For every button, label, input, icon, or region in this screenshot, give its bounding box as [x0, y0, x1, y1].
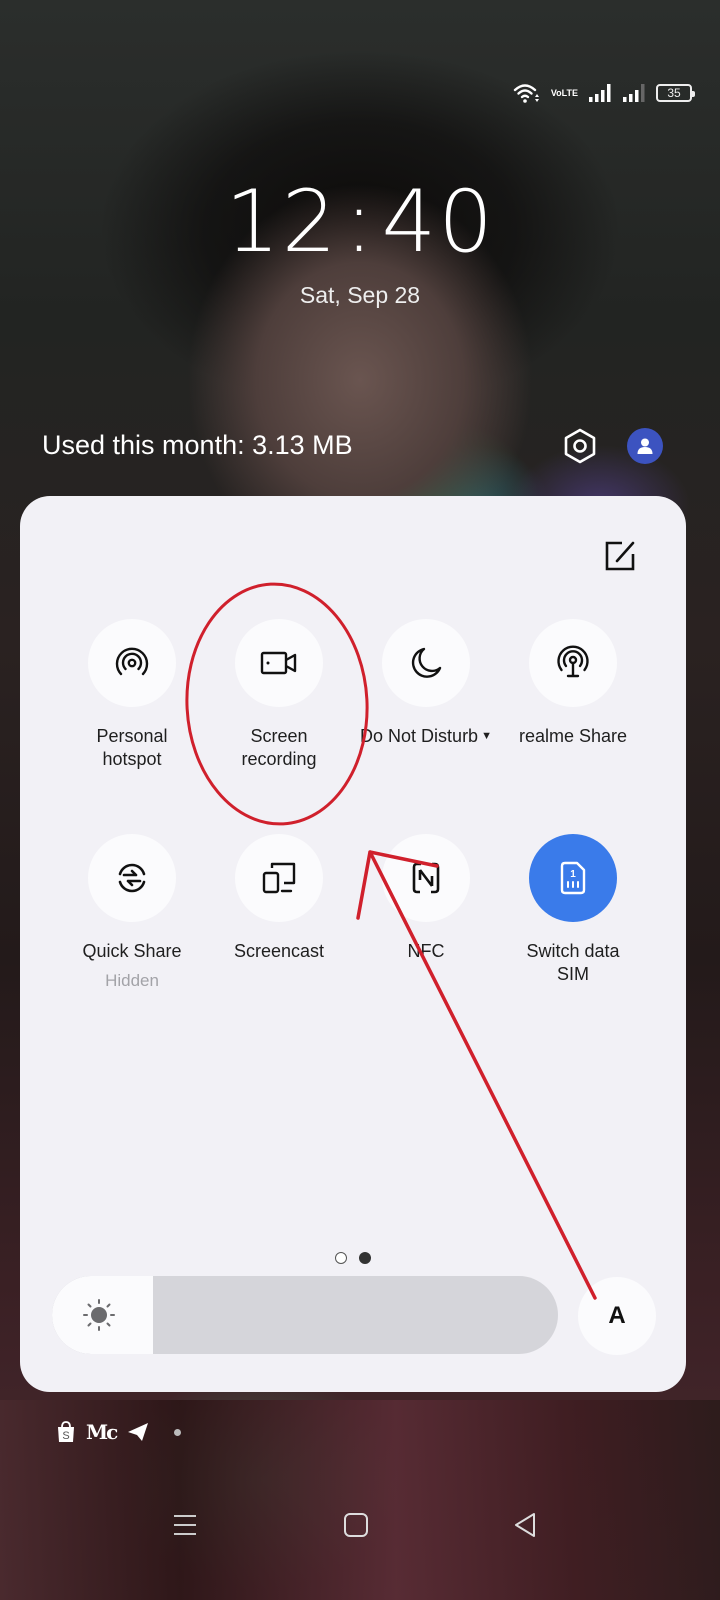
brightness-icon	[83, 1299, 115, 1331]
page-dot-1[interactable]	[335, 1252, 347, 1264]
clock-minutes: 40	[381, 172, 495, 272]
page-dot-2[interactable]	[359, 1252, 371, 1264]
data-usage-label[interactable]: Used this month: 3.13 MB	[42, 430, 353, 461]
home-icon	[344, 1513, 368, 1537]
hotspot-icon	[115, 647, 149, 676]
back-button[interactable]	[505, 1505, 545, 1545]
recents-icon	[174, 1515, 196, 1535]
tile-label: Screen recording	[241, 726, 317, 769]
tile-label: Quick Share	[82, 941, 182, 961]
tile-label: Screencast	[233, 941, 325, 961]
tile-button[interactable]	[382, 834, 470, 922]
tile-label: realme Share	[518, 726, 628, 746]
shopee-icon: S	[58, 1421, 74, 1442]
clock-separator: :	[344, 172, 376, 272]
tile-button[interactable]	[88, 619, 176, 707]
telegram-icon	[128, 1423, 149, 1441]
screencast-icon	[262, 862, 296, 894]
more-dot-icon	[174, 1428, 182, 1436]
tile-do-not-disturb[interactable]: Do Not Disturb ▼	[356, 619, 496, 748]
tile-label-row: Do Not Disturb ▼	[356, 725, 496, 748]
battery-level: 35	[667, 86, 681, 100]
home-button[interactable]	[336, 1505, 376, 1545]
settings-icon	[564, 428, 596, 464]
tile-label: Switch data SIM	[526, 941, 620, 984]
quick-share-icon	[118, 863, 146, 893]
settings-button[interactable]	[562, 427, 598, 465]
user-icon	[637, 438, 653, 454]
tile-button[interactable]	[382, 619, 470, 707]
tile-button[interactable]	[235, 619, 323, 707]
lockscreen-date: Sat, Sep 28	[299, 282, 421, 308]
tile-sublabel: Hidden	[105, 971, 159, 990]
sim-number: 1	[570, 869, 576, 880]
tile-realme-share[interactable]: realme Share	[503, 619, 643, 748]
tile-label: Personal hotspot	[96, 726, 168, 769]
realme-share-icon	[557, 645, 589, 678]
volte-label-bottom: LTE	[561, 87, 578, 98]
tile-personal-hotspot[interactable]: Personal hotspot	[62, 619, 202, 771]
lockscreen-clock: 12:40	[0, 172, 720, 272]
medium-icon: Mc	[86, 1420, 118, 1444]
edit-icon	[605, 541, 635, 571]
brightness-slider[interactable]	[52, 1276, 558, 1354]
notification-icons: S Mc	[56, 1420, 182, 1444]
tile-button[interactable]	[529, 619, 617, 707]
tile-label: Do Not Disturb	[360, 726, 479, 746]
wifi-icon	[513, 82, 541, 104]
signal-sim1-icon	[588, 83, 612, 103]
tile-label: NFC	[407, 941, 445, 961]
tile-quick-share[interactable]: Quick Share Hidden	[62, 834, 202, 991]
tile-switch-data-sim[interactable]: 1 Switch data SIM	[503, 834, 643, 986]
back-icon	[515, 1513, 535, 1537]
signal-sim2-icon	[622, 83, 646, 103]
status-bar: Vo LTE 35	[513, 80, 695, 106]
edit-tiles-button[interactable]	[602, 538, 638, 574]
tile-screen-recording[interactable]: Screen recording	[209, 619, 349, 771]
moon-icon	[411, 647, 442, 678]
tile-button[interactable]	[235, 834, 323, 922]
nfc-icon	[412, 862, 440, 894]
svg-text:S: S	[62, 1430, 69, 1442]
volte-icon: Vo LTE	[550, 87, 578, 98]
sim-icon: 1	[560, 861, 586, 895]
clock-hours: 12	[225, 172, 339, 272]
screen-record-icon	[260, 651, 297, 675]
page-indicator	[335, 1252, 371, 1264]
tile-nfc[interactable]: NFC	[356, 834, 496, 963]
tile-screencast[interactable]: Screencast	[209, 834, 349, 963]
recents-button[interactable]	[165, 1505, 205, 1545]
navigation-bar	[0, 1505, 720, 1545]
tile-button[interactable]: 1	[529, 834, 617, 922]
battery-indicator: 35	[656, 84, 695, 102]
volte-label-top: Vo	[550, 87, 562, 98]
tile-button[interactable]	[88, 834, 176, 922]
dropdown-caret-icon[interactable]: ▼	[481, 730, 492, 742]
auto-brightness-button[interactable]: A	[578, 1277, 656, 1355]
user-account-button[interactable]	[627, 428, 663, 464]
